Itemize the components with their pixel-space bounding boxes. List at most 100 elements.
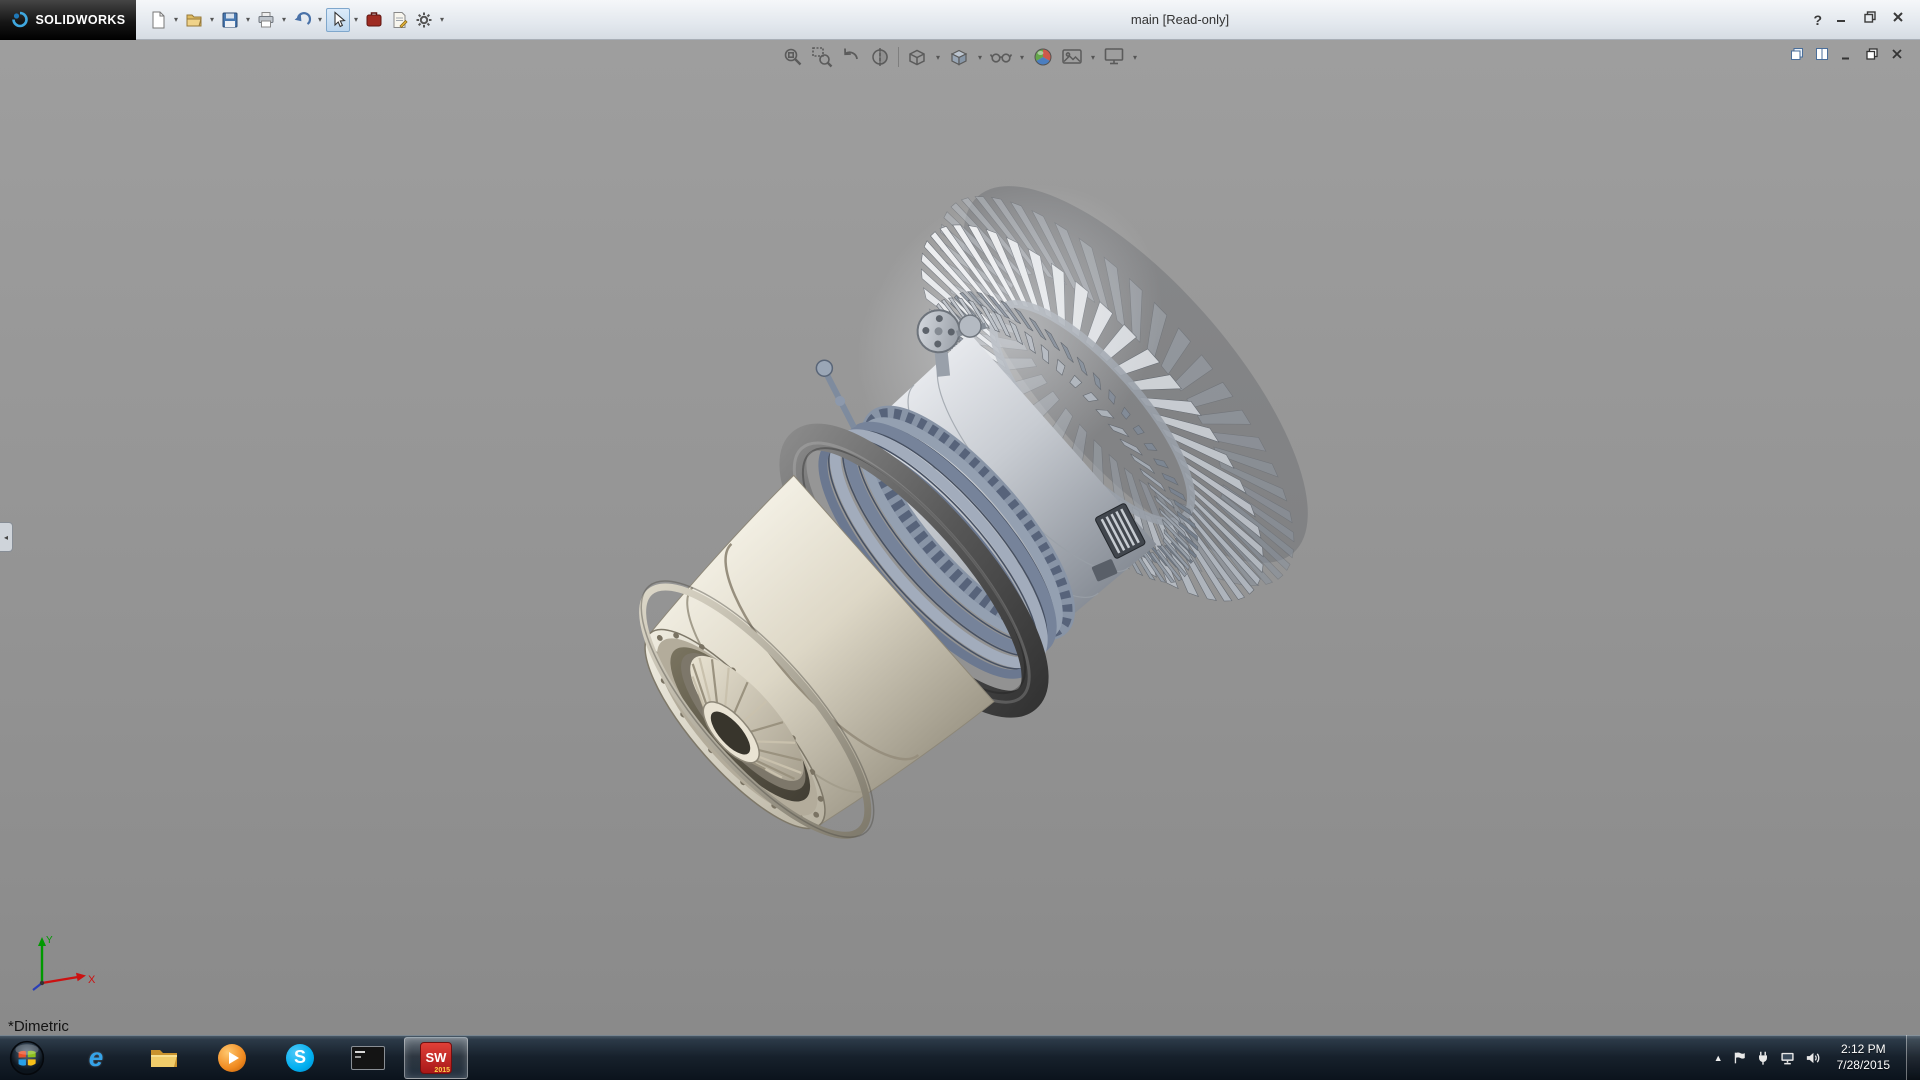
x-axis-arrow xyxy=(76,972,86,982)
engine-model[interactable] xyxy=(0,40,1920,1035)
minimize-button[interactable] xyxy=(1834,9,1850,30)
file-properties-button[interactable] xyxy=(387,8,411,32)
cascade-icon xyxy=(1791,48,1803,60)
featuremanager-collapse-tab[interactable]: ◂ xyxy=(0,522,13,552)
windows-start-orb-icon xyxy=(9,1040,45,1075)
close-document-button[interactable] xyxy=(1888,45,1906,63)
view-settings-dropdown-arrow[interactable]: ▾ xyxy=(1130,53,1140,62)
restore-button[interactable] xyxy=(1862,9,1878,30)
taskbar-item-file-explorer[interactable] xyxy=(132,1037,196,1079)
new-dropdown-arrow[interactable]: ▾ xyxy=(171,15,181,24)
restore-icon xyxy=(1864,11,1876,23)
apply-scene-button[interactable] xyxy=(1059,44,1085,70)
taskbar-items: e S SW 2015 xyxy=(62,1036,470,1079)
new-document-button[interactable] xyxy=(146,8,170,32)
select-dropdown-arrow[interactable]: ▾ xyxy=(351,15,361,24)
zoom-to-area-icon xyxy=(812,47,833,68)
clock-date: 7/28/2015 xyxy=(1836,1057,1890,1072)
volume-button[interactable] xyxy=(1804,1050,1821,1066)
save-button[interactable] xyxy=(218,8,242,32)
hide-show-dropdown-arrow[interactable]: ▾ xyxy=(1017,53,1027,62)
view-settings-button[interactable] xyxy=(1101,44,1127,70)
skype-letter: S xyxy=(293,1047,306,1067)
open-dropdown-arrow[interactable]: ▾ xyxy=(207,15,217,24)
section-view-button[interactable] xyxy=(867,44,893,70)
hide-show-glasses-icon xyxy=(989,53,1013,63)
hidden-icons-button[interactable]: ▲ xyxy=(1714,1053,1723,1063)
graphics-area[interactable]: ▾ ▾ ▾ ▾ ▾ ◂ X Y *Dimetric xyxy=(0,40,1920,1035)
print-button[interactable] xyxy=(254,8,278,32)
file-properties-icon xyxy=(393,11,408,28)
hide-show-items-button[interactable] xyxy=(988,44,1014,70)
brand-text: SOLIDWORKS xyxy=(35,12,126,27)
internet-explorer-icon: e xyxy=(88,1042,104,1072)
action-center-button[interactable] xyxy=(1731,1050,1747,1066)
open-button[interactable] xyxy=(182,8,206,32)
window-controls: ? xyxy=(1813,9,1920,30)
power-button[interactable] xyxy=(1755,1050,1771,1066)
section-view-icon xyxy=(872,48,888,66)
solidworks-taskbar-icon: SW 2015 xyxy=(420,1041,452,1074)
show-desktop-button[interactable] xyxy=(1906,1035,1920,1080)
view-orientation-label: *Dimetric xyxy=(8,1018,69,1035)
taskbar-item-command-prompt[interactable] xyxy=(336,1037,400,1079)
edit-appearance-button[interactable] xyxy=(1030,44,1056,70)
apply-scene-icon xyxy=(1062,49,1082,64)
previous-view-button[interactable] xyxy=(838,44,864,70)
taskbar-clock[interactable]: 2:12 PM 7/28/2015 xyxy=(1829,1042,1898,1073)
view-orientation-button[interactable] xyxy=(904,44,930,70)
print-dropdown-arrow[interactable]: ▾ xyxy=(279,15,289,24)
clock-time: 2:12 PM xyxy=(1840,1041,1886,1056)
taskbar: e S SW 2015 ▲ 2:12 PM 7/28/2015 xyxy=(0,1035,1920,1080)
system-tray: ▲ 2:12 PM 7/28/2015 xyxy=(1714,1035,1920,1080)
headsup-view-toolb ar: ▾ ▾ ▾ ▾ ▾ xyxy=(780,44,1140,70)
edit-appearance-ball-icon xyxy=(1034,48,1052,66)
3ds-logo-icon xyxy=(12,11,29,27)
command-prompt-icon xyxy=(351,1045,385,1070)
view-orientation-dropdown-arrow[interactable]: ▾ xyxy=(933,53,943,62)
undo-dropdown-arrow[interactable]: ▾ xyxy=(315,15,325,24)
open-folder-icon xyxy=(186,14,202,26)
taskbar-item-media-player[interactable] xyxy=(200,1037,264,1079)
toolbox-button[interactable] xyxy=(362,8,386,32)
select-button[interactable] xyxy=(326,7,350,32)
start-button[interactable] xyxy=(6,1037,48,1079)
y-axis-arrow xyxy=(38,937,46,946)
options-gear-icon xyxy=(416,12,432,27)
save-icon xyxy=(222,12,238,27)
network-button[interactable] xyxy=(1779,1050,1796,1066)
save-dropdown-arrow[interactable]: ▾ xyxy=(243,15,253,24)
zoom-to-area-button[interactable] xyxy=(809,44,835,70)
undo-button[interactable] xyxy=(290,8,314,32)
close-button[interactable] xyxy=(1890,9,1906,30)
cascade-windows-button[interactable] xyxy=(1788,45,1806,63)
minimize-document-button[interactable] xyxy=(1838,45,1856,63)
view-settings-icon xyxy=(1104,48,1124,65)
display-style-icon xyxy=(950,49,968,66)
apply-scene-dropdown-arrow[interactable]: ▾ xyxy=(1088,53,1098,62)
previous-view-icon xyxy=(844,48,858,60)
display-style-dropdown-arrow[interactable]: ▾ xyxy=(975,53,985,62)
y-axis-label: Y xyxy=(46,935,53,946)
toolbox-icon xyxy=(366,11,382,26)
taskbar-item-skype[interactable]: S xyxy=(268,1037,332,1079)
zoom-to-fit-button[interactable] xyxy=(780,44,806,70)
restore-document-button[interactable] xyxy=(1863,45,1881,63)
taskbar-item-solidworks[interactable]: SW 2015 xyxy=(404,1036,468,1079)
options-dropdown-arrow[interactable]: ▾ xyxy=(437,15,447,24)
zoom-to-fit-icon xyxy=(784,48,802,66)
print-icon xyxy=(258,11,274,27)
options-button[interactable] xyxy=(412,8,436,32)
tile-windows-button[interactable] xyxy=(1813,45,1831,63)
close-document-icon xyxy=(1892,49,1902,59)
undo-icon xyxy=(294,11,312,25)
new-document-icon xyxy=(152,11,165,28)
main-toolbar: ▾ ▾ ▾ ▾ ▾ ▾ ▾ xyxy=(136,7,447,32)
view-orientation-cube-icon xyxy=(909,49,925,66)
help-button[interactable]: ? xyxy=(1813,12,1822,28)
orientation-triad: X Y xyxy=(32,935,96,991)
action-center-flag-icon xyxy=(1734,1051,1745,1063)
display-style-button[interactable] xyxy=(946,44,972,70)
taskbar-item-internet-explorer[interactable]: e xyxy=(64,1037,128,1079)
tile-icon xyxy=(1816,48,1828,60)
